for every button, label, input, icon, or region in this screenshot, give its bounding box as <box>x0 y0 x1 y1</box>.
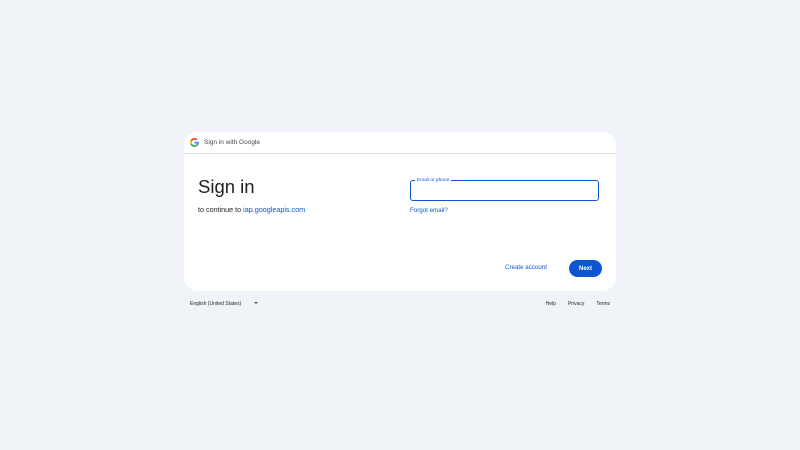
language-selector[interactable]: English (United States) <box>190 301 241 307</box>
email-field-label: Email or phone <box>415 177 452 184</box>
terms-link[interactable]: Terms <box>596 301 610 307</box>
subtitle: to continue to iap.googleapis.com <box>198 205 305 214</box>
sign-in-card: Sign in with Google Sign in to continue … <box>184 132 616 291</box>
page-title: Sign in <box>198 176 255 197</box>
app-link[interactable]: iap.googleapis.com <box>243 205 305 214</box>
subtitle-prefix: to continue to <box>198 205 244 214</box>
privacy-link[interactable]: Privacy <box>568 301 584 307</box>
footer-links: Help Privacy Terms <box>534 301 610 307</box>
google-g-icon <box>190 138 199 147</box>
dropdown-caret-icon[interactable] <box>254 302 258 304</box>
language-label: English (United States) <box>190 301 242 307</box>
email-input[interactable] <box>416 184 595 199</box>
footer: English (United States) Help Privacy Ter… <box>184 299 616 311</box>
header-title: Sign in with Google <box>204 139 261 146</box>
next-button[interactable]: Next <box>569 260 602 277</box>
create-account-button[interactable]: Create account <box>505 264 547 271</box>
card-header: Sign in with Google <box>184 132 616 154</box>
help-link[interactable]: Help <box>546 301 556 307</box>
forgot-email-link[interactable]: Forgot email? <box>410 207 448 214</box>
email-field[interactable]: Email or phone <box>410 177 599 201</box>
